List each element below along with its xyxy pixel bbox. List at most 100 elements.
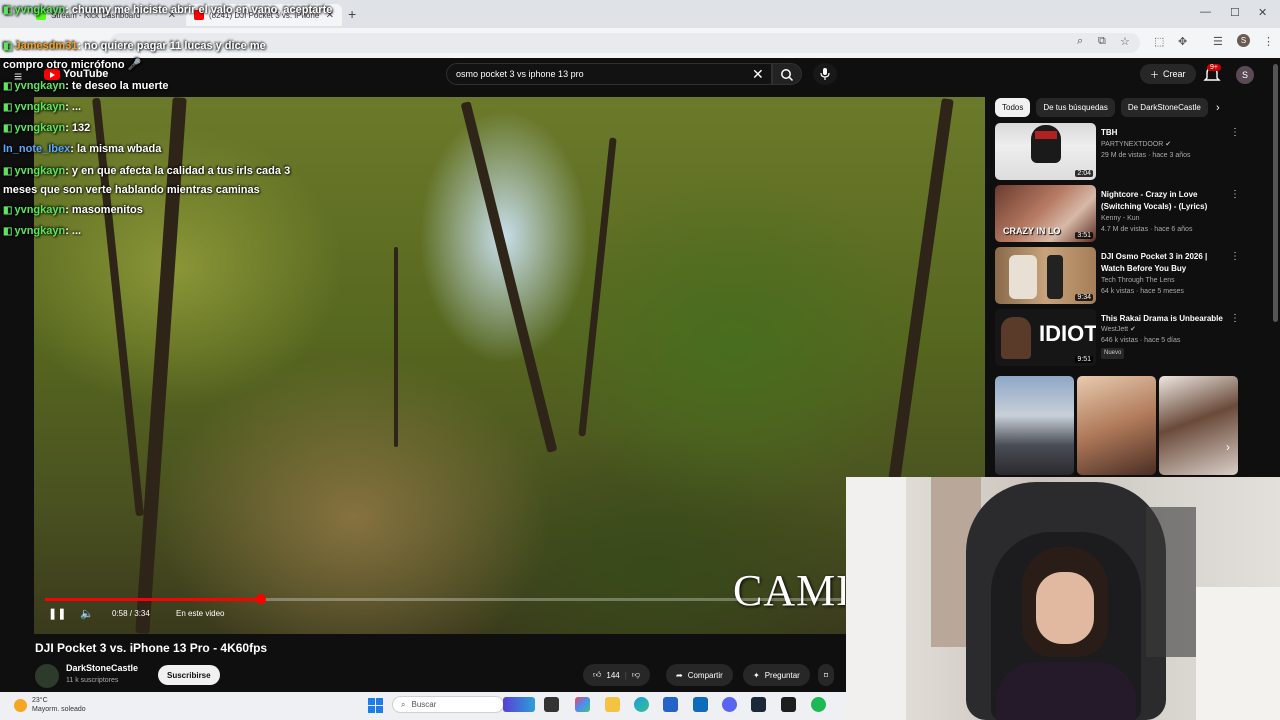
recommendation-item[interactable]: 9:34 DJI Osmo Pocket 3 in 2026 | Watch B… [995, 247, 1240, 305]
duration-badge: 3:51 [1075, 232, 1093, 239]
ask-label: Preguntar [764, 670, 800, 680]
chevron-right-icon[interactable]: › [1226, 440, 1230, 454]
search-button[interactable] [772, 63, 802, 85]
chevron-right-icon[interactable]: › [1216, 102, 1220, 114]
bookmark-star-icon[interactable]: ☆ [1120, 35, 1130, 48]
weather-widget[interactable]: 23°C Mayorm. soleado [14, 696, 86, 714]
notification-badge: 9+ [1207, 64, 1221, 71]
short-thumbnail[interactable] [1159, 376, 1238, 475]
create-label: Crear [1163, 69, 1186, 79]
chat-message: ◧ yvngkayn: chunny me hiciste abrir el va… [3, 4, 333, 16]
ask-button[interactable]: ✦ Preguntar [743, 664, 810, 686]
chapter-label[interactable]: En este video [176, 609, 224, 618]
recommendation-meta: 64 k vistas · hace 5 meses [1101, 288, 1184, 295]
volume-icon[interactable]: 🔈 [80, 607, 94, 620]
recommendation-title[interactable]: TBH [1101, 127, 1225, 139]
like-button[interactable]: 👍︎ 144 | 👎︎ [583, 664, 650, 686]
thumbnail-camera [1047, 255, 1063, 299]
video-title: DJI Pocket 3 vs. iPhone 13 Pro - 4K60fps [35, 641, 268, 655]
outlook-icon[interactable] [693, 697, 708, 712]
recommendation-item[interactable]: IDIOT 9:51 This Rakai Drama is Unbearabl… [995, 309, 1240, 367]
search-input[interactable] [447, 64, 737, 84]
share-button[interactable]: ➦ Compartir [666, 664, 733, 686]
video-thumbnail[interactable]: IDIOT 9:51 [995, 309, 1096, 366]
task-view-icon[interactable] [544, 697, 559, 712]
create-button[interactable]: ＋ Crear [1140, 64, 1196, 84]
browser-menu-icon[interactable]: ⋮ [1263, 35, 1274, 48]
new-badge: Nuevo [1101, 348, 1125, 359]
store-icon[interactable] [663, 697, 678, 712]
search-icon [781, 69, 794, 82]
file-explorer-icon[interactable] [605, 697, 620, 712]
recommendation-channel[interactable]: PARTYNEXTDOOR ✔ [1101, 139, 1231, 150]
share-label: Compartir [687, 670, 723, 680]
recommendation-item[interactable]: CRAZY IN LO 3:51 Nightcore - Crazy in Lo… [995, 185, 1240, 243]
browser-profile-avatar[interactable]: S [1237, 34, 1250, 47]
more-options-icon[interactable]: ⋮ [1230, 189, 1240, 200]
more-options-icon[interactable]: ⋮ [1230, 251, 1240, 262]
save-button[interactable]: ⌑ [818, 664, 835, 686]
edge-icon[interactable] [634, 697, 649, 712]
zoom-icon[interactable]: ⌕ [1077, 35, 1083, 48]
recommendation-title[interactable]: Nightcore - Crazy in Love (Switching Voc… [1101, 189, 1225, 213]
chat-message: ◧ yvngkayn: ... [3, 101, 82, 113]
recommendation-title[interactable]: DJI Osmo Pocket 3 in 2026 | Watch Before… [1101, 251, 1225, 275]
recommendation-item[interactable]: 2:04 TBH PARTYNEXTDOOR ✔ 29 M de vistas … [995, 123, 1240, 181]
like-count: 144 [606, 670, 620, 680]
recommendation-channel[interactable]: Kenny - Kun [1101, 213, 1231, 224]
channel-avatar[interactable] [35, 664, 59, 688]
video-thumbnail[interactable]: 2:04 [995, 123, 1096, 180]
minimize-icon[interactable]: — [1200, 6, 1211, 18]
progress-scrubber-handle[interactable] [256, 594, 266, 604]
recommendation-badge-row: Nuevo [1101, 347, 1231, 359]
chat-message: In_note_Ibex: la misma wbada [3, 143, 162, 155]
copilot-icon[interactable] [503, 697, 535, 712]
windows-start-icon[interactable] [368, 698, 383, 713]
install-icon[interactable]: ⧉ [1098, 35, 1106, 48]
chip-all[interactable]: Todos [995, 98, 1031, 117]
chip-from-channel[interactable]: De DarkStoneCastle [1120, 98, 1208, 117]
recommendation-channel[interactable]: WestJett ✔ [1101, 324, 1231, 335]
thumbs-down-icon[interactable]: 👎︎ [632, 670, 640, 680]
photos-icon[interactable] [575, 697, 590, 712]
thumbnail-figure [1001, 317, 1031, 359]
subscribe-button[interactable]: Suscribirse [158, 665, 220, 685]
bookmark-icon: ⌑ [824, 670, 829, 680]
video-thumbnail[interactable]: CRAZY IN LO 3:51 [995, 185, 1096, 242]
spotify-icon[interactable] [811, 697, 826, 712]
short-thumbnail[interactable] [995, 376, 1074, 475]
recommendation-channel[interactable]: Tech Through The Lens [1101, 275, 1231, 286]
more-options-icon[interactable]: ⋮ [1230, 313, 1240, 324]
steam-icon[interactable] [751, 697, 766, 712]
new-tab-button[interactable]: + [348, 6, 356, 22]
tree-trunk [886, 98, 954, 496]
close-window-icon[interactable]: ✕ [1258, 6, 1267, 19]
channel-name[interactable]: DarkStoneCastle [66, 663, 138, 673]
webcam-overlay [846, 477, 1280, 720]
clear-search-icon[interactable]: ✕ [752, 66, 764, 83]
pause-icon[interactable]: ❚❚ [48, 607, 66, 620]
voice-search-button[interactable] [813, 63, 837, 85]
chat-badge-icon: ◧ [3, 123, 13, 134]
chip-from-searches[interactable]: De tus búsquedas [1036, 98, 1115, 117]
sparkle-icon: ✦ [753, 670, 760, 680]
short-thumbnail[interactable] [1077, 376, 1156, 475]
puzzle-icon[interactable]: ✥ [1178, 35, 1187, 48]
chat-message: ◧ yvngkayn: y en que afecta la calidad a … [3, 165, 291, 196]
share-icon: ➦ [676, 670, 683, 680]
chat-message: ◧ yvngkayn: ... [3, 225, 82, 237]
chat-message: ◧ yvngkayn: 132 [3, 122, 91, 134]
time-display: 0:58 / 3:34 [112, 609, 150, 618]
maximize-icon[interactable]: ☐ [1230, 6, 1240, 19]
more-options-icon[interactable]: ⋮ [1230, 127, 1240, 138]
reading-list-icon[interactable]: ☰ [1213, 35, 1223, 48]
taskbar-search[interactable]: ⌕ Buscar [392, 696, 504, 713]
chat-badge-icon: ◧ [3, 5, 13, 16]
extension-icon[interactable]: ⬚ [1154, 35, 1164, 48]
page-scrollbar[interactable] [1273, 64, 1278, 322]
youtube-account-avatar[interactable]: S [1236, 66, 1254, 84]
terminal-icon[interactable] [781, 697, 796, 712]
video-thumbnail[interactable]: 9:34 [995, 247, 1096, 304]
search-box[interactable] [446, 63, 772, 85]
discord-icon[interactable] [722, 697, 737, 712]
